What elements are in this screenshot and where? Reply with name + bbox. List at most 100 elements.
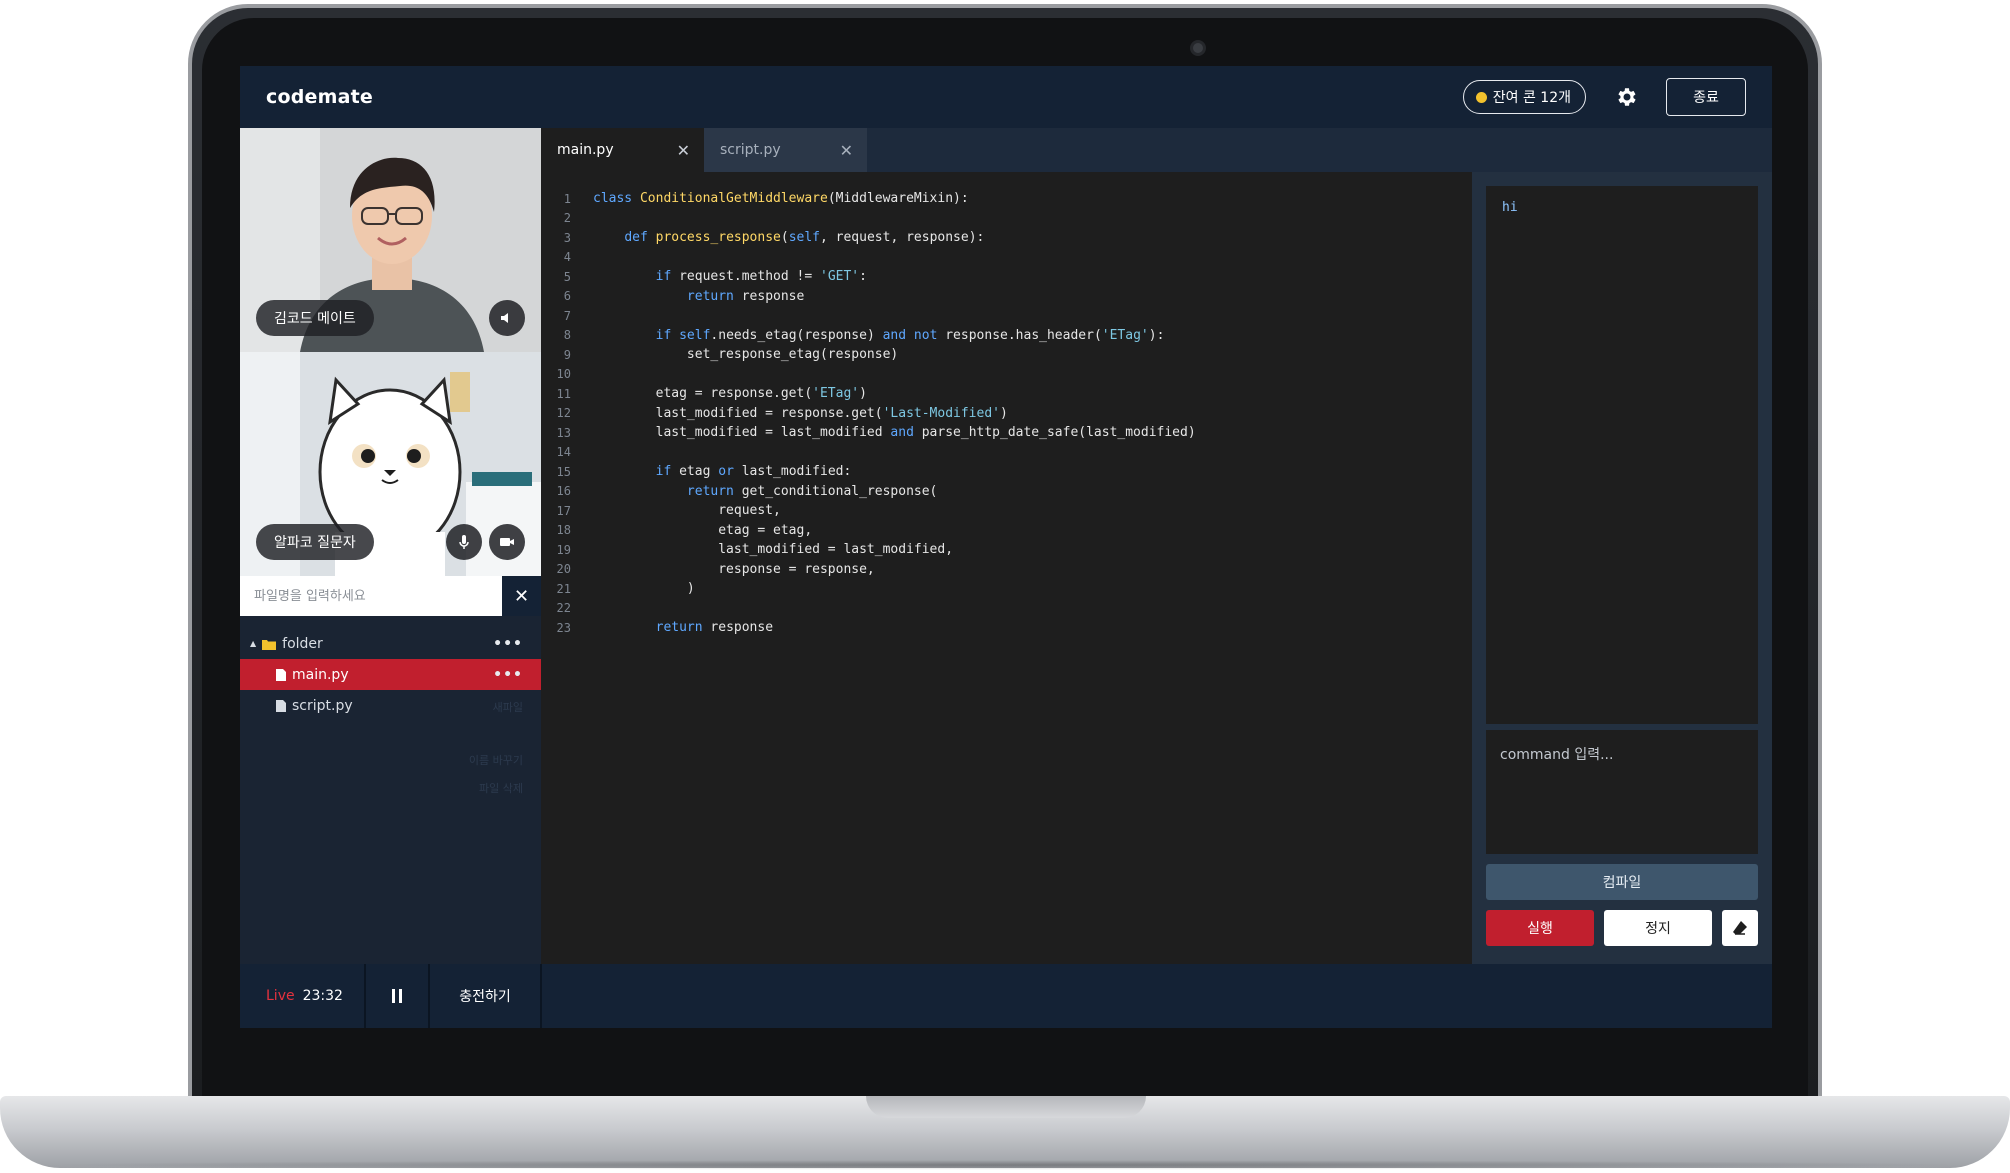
console-output: hi bbox=[1486, 186, 1758, 724]
code-text: ) bbox=[593, 581, 695, 596]
left-panel: 김코드 메이트 알파코 질문자 파일명을 입력하세요 ✕ ▲ folder ••… bbox=[240, 128, 541, 964]
caret-up-icon: ▲ bbox=[250, 639, 257, 648]
line-number: 16 bbox=[556, 484, 571, 498]
more-options-icon[interactable]: ••• bbox=[493, 636, 523, 652]
line-number: 11 bbox=[556, 386, 571, 401]
line-number: 10 bbox=[556, 367, 571, 381]
stop-button[interactable]: 정지 bbox=[1604, 910, 1712, 946]
webcam bbox=[1190, 40, 1206, 56]
tree-file-script[interactable]: script.py 새파일 bbox=[240, 690, 541, 721]
code-text: return response bbox=[686, 288, 805, 304]
code-text: last_modified = last_modified, bbox=[593, 542, 954, 557]
code-text: etag = etag, bbox=[593, 522, 813, 538]
code-text: request, bbox=[593, 503, 781, 518]
eraser-icon[interactable] bbox=[1722, 910, 1758, 946]
line-number: 20 bbox=[556, 562, 571, 576]
code-text: return get_conditional_response( bbox=[686, 483, 938, 499]
laptop-base-notch bbox=[866, 1096, 1146, 1118]
file-icon bbox=[276, 668, 286, 681]
line-number: 3 bbox=[563, 230, 571, 245]
line-number: 23 bbox=[556, 620, 571, 635]
code-text: if etag or last_modified: bbox=[655, 464, 852, 479]
pause-icon bbox=[392, 989, 402, 1003]
code-text: if self.needs_etag(response) and not res… bbox=[655, 327, 1165, 343]
live-label: Live bbox=[266, 988, 295, 1004]
status-bar: Live 23:32 충전하기 bbox=[240, 964, 1772, 1028]
coin-balance-label: 잔여 콘 12개 bbox=[1492, 90, 1571, 106]
code-text: response = response, bbox=[593, 561, 875, 577]
live-indicator: Live 23:32 bbox=[240, 964, 366, 1028]
top-bar: codemate 잔여 콘 12개 종료 bbox=[240, 66, 1772, 128]
line-number: 5 bbox=[563, 269, 571, 284]
code-text: last_modified = response.get('Last-Modif… bbox=[593, 405, 1008, 421]
code-text: return response bbox=[655, 620, 774, 635]
tab-main-py[interactable]: main.py ✕ bbox=[541, 128, 704, 172]
code-editor[interactable]: 1 class ConditionalGetMiddleware(Middlewa… bbox=[541, 172, 1472, 964]
file-search: ✕ bbox=[240, 576, 541, 616]
ghost-menu-rename: 이름 바꾸기 bbox=[468, 754, 523, 767]
line-number: 13 bbox=[556, 425, 571, 440]
folder-label: folder bbox=[282, 635, 323, 652]
end-session-button[interactable]: 종료 bbox=[1666, 78, 1746, 116]
code-text: set_response_etag(response) bbox=[593, 347, 899, 362]
ghost-menu-new: 새파일 bbox=[492, 701, 523, 714]
microphone-icon[interactable] bbox=[446, 524, 482, 560]
tree-folder[interactable]: ▲ folder ••• bbox=[240, 628, 541, 659]
line-number: 7 bbox=[563, 308, 571, 323]
video-tile-questioner: 알파코 질문자 bbox=[240, 352, 541, 576]
file-tree: ▲ folder ••• main.py ••• script.py 새파일 이… bbox=[240, 628, 541, 795]
line-number: 1 bbox=[563, 191, 571, 206]
code-text: def process_response(self, request, resp… bbox=[624, 230, 985, 245]
close-icon[interactable]: ✕ bbox=[840, 141, 853, 160]
line-number: 15 bbox=[556, 464, 571, 479]
run-button[interactable]: 실행 bbox=[1486, 910, 1594, 946]
participant-name-tag: 김코드 메이트 bbox=[256, 300, 374, 336]
line-number: 12 bbox=[556, 406, 571, 420]
line-number: 21 bbox=[556, 581, 571, 596]
coin-balance-badge[interactable]: 잔여 콘 12개 bbox=[1462, 80, 1586, 114]
session-timer: 23:32 bbox=[302, 988, 343, 1004]
folder-icon bbox=[262, 639, 277, 650]
line-number: 14 bbox=[556, 445, 571, 459]
gear-icon[interactable] bbox=[1614, 85, 1638, 109]
line-number: 9 bbox=[563, 347, 571, 362]
app-screen: codemate 잔여 콘 12개 종료 김코드 메이트 알파코 질문자 파일명… bbox=[240, 66, 1772, 1028]
participant-name-tag: 알파코 질문자 bbox=[256, 524, 374, 560]
tab-label: script.py bbox=[720, 142, 781, 158]
code-text: if request.method != 'GET': bbox=[655, 269, 867, 284]
file-label: script.py bbox=[292, 697, 353, 714]
line-number: 17 bbox=[556, 503, 571, 518]
pause-button[interactable] bbox=[366, 964, 430, 1028]
tab-label: main.py bbox=[557, 142, 614, 158]
charge-button[interactable]: 충전하기 bbox=[430, 964, 542, 1028]
editor-tabs: main.py ✕ script.py ✕ bbox=[541, 128, 1772, 172]
tab-script-py[interactable]: script.py ✕ bbox=[704, 128, 867, 172]
line-number: 18 bbox=[556, 523, 571, 537]
compile-button[interactable]: 컴파일 bbox=[1486, 864, 1758, 900]
code-text: last_modified = last_modified and parse_… bbox=[593, 425, 1196, 440]
ghost-menu-delete: 파일 삭제 bbox=[479, 782, 523, 795]
close-icon[interactable]: ✕ bbox=[502, 576, 541, 616]
header-actions: 잔여 콘 12개 종료 bbox=[1462, 78, 1746, 116]
line-number: 4 bbox=[563, 250, 571, 264]
file-label: main.py bbox=[292, 666, 349, 683]
code-text: etag = response.get('ETag') bbox=[593, 386, 867, 401]
laptop-shadow bbox=[40, 1160, 1970, 1170]
tree-file-main[interactable]: main.py ••• bbox=[240, 659, 541, 690]
code-text: class ConditionalGetMiddleware(Middlewar… bbox=[593, 191, 969, 206]
app-logo: codemate bbox=[266, 86, 373, 108]
code-line[interactable]: 23 return response bbox=[541, 615, 1472, 640]
line-number: 6 bbox=[563, 289, 571, 303]
console-panel: hi 컴파일 실행 정지 bbox=[1472, 172, 1772, 964]
file-search-input[interactable] bbox=[240, 576, 502, 616]
camera-icon[interactable] bbox=[489, 524, 525, 560]
line-number: 8 bbox=[563, 328, 571, 342]
line-number: 19 bbox=[556, 542, 571, 557]
close-icon[interactable]: ✕ bbox=[677, 141, 690, 160]
command-input[interactable] bbox=[1486, 730, 1758, 854]
more-options-icon[interactable]: ••• bbox=[493, 667, 523, 683]
file-icon bbox=[276, 699, 286, 712]
speaker-icon[interactable] bbox=[489, 300, 525, 336]
video-tile-mentor: 김코드 메이트 bbox=[240, 128, 541, 352]
coin-icon bbox=[1475, 91, 1487, 103]
